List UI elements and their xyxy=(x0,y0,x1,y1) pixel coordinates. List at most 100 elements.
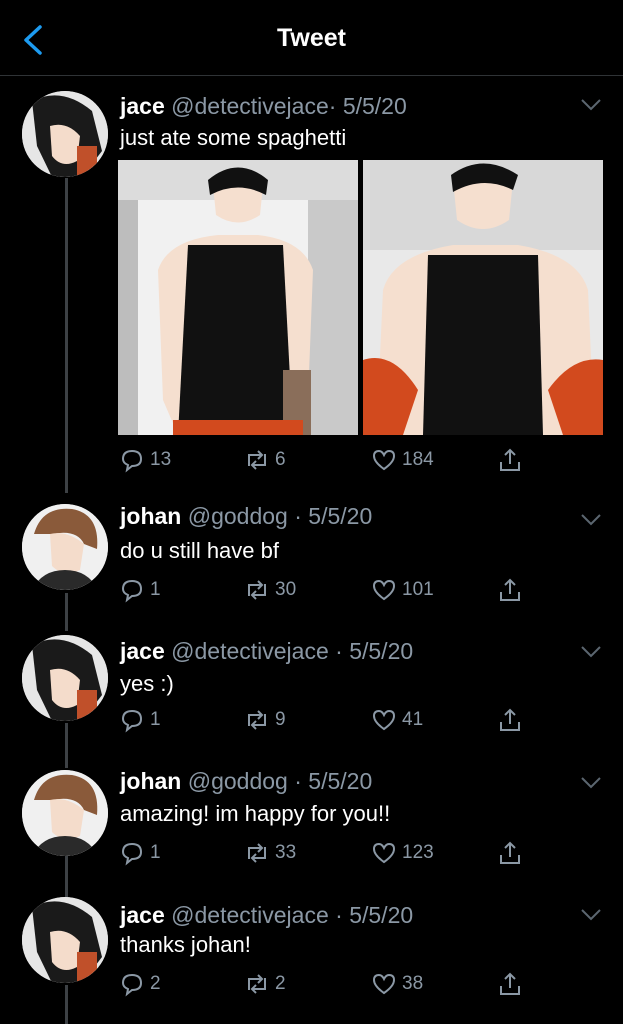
thread-line xyxy=(65,178,68,493)
retweet-count: 33 xyxy=(275,842,297,863)
author-handle[interactable]: @goddog xyxy=(188,768,288,794)
reply-icon xyxy=(121,449,143,473)
retweet-count: 2 xyxy=(275,973,286,994)
retweet-button[interactable]: 33 xyxy=(243,839,296,867)
avatar-image xyxy=(22,897,108,983)
retweet-icon xyxy=(248,843,266,863)
thread-line xyxy=(65,856,68,898)
retweet-icon xyxy=(248,974,266,994)
reply-button[interactable]: 13 xyxy=(118,446,171,474)
like-button[interactable]: 184 xyxy=(370,446,434,474)
share-icon xyxy=(500,448,520,471)
tweet-text: just ate some spaghetti xyxy=(120,125,347,150)
like-button[interactable]: 38 xyxy=(370,970,423,998)
avatar[interactable] xyxy=(22,504,108,590)
heart-icon xyxy=(372,579,396,601)
tweet-date: · 5/5/20 xyxy=(335,638,414,664)
avatar-image xyxy=(22,635,108,721)
thread-line xyxy=(65,985,68,1024)
reply-button[interactable]: 1 xyxy=(118,576,161,604)
like-count: 41 xyxy=(402,709,424,730)
reply-count: 1 xyxy=(150,842,161,863)
chevron-down-icon[interactable] xyxy=(580,513,602,527)
retweet-button[interactable]: 2 xyxy=(243,970,286,998)
retweet-button[interactable]: 30 xyxy=(243,576,296,604)
avatar[interactable] xyxy=(22,770,108,856)
media-image-1[interactable] xyxy=(118,160,358,435)
reply-icon xyxy=(121,709,143,733)
chevron-down-icon[interactable] xyxy=(580,645,602,659)
author-handle[interactable]: @detectivejace xyxy=(171,93,329,119)
like-count: 38 xyxy=(402,973,424,994)
avatar-image xyxy=(22,91,108,177)
tweet-date: · 5/5/20 xyxy=(294,768,373,794)
reply-count: 1 xyxy=(150,709,161,730)
tweet-media[interactable] xyxy=(118,160,604,435)
retweet-count: 30 xyxy=(275,579,297,600)
share-icon xyxy=(500,708,520,731)
retweet-icon xyxy=(248,450,266,470)
avatar[interactable] xyxy=(22,897,108,983)
chevron-down-icon[interactable] xyxy=(580,776,602,790)
share-button[interactable] xyxy=(496,706,528,734)
heart-icon xyxy=(372,842,396,864)
reply-icon xyxy=(121,842,143,866)
tweet-text: do u still have bf xyxy=(120,538,279,563)
heart-icon xyxy=(372,709,396,731)
reply-button[interactable]: 2 xyxy=(118,970,161,998)
share-icon xyxy=(500,578,520,601)
author-name[interactable]: jace xyxy=(120,638,165,664)
avatar[interactable] xyxy=(22,635,108,721)
retweet-icon xyxy=(248,580,266,600)
media-photo xyxy=(118,160,358,435)
tweet-date: · 5/5/20 xyxy=(335,902,414,928)
retweet-icon xyxy=(248,710,266,730)
author-name[interactable]: jace xyxy=(120,902,165,928)
author-handle[interactable]: @detectivejace xyxy=(171,902,329,928)
thread-line xyxy=(65,723,68,768)
thread-line xyxy=(65,593,68,631)
reply-icon xyxy=(121,579,143,603)
avatar-image xyxy=(22,504,108,590)
share-icon xyxy=(500,841,520,864)
like-button[interactable]: 123 xyxy=(370,839,434,867)
author-name[interactable]: jace xyxy=(120,93,165,119)
reply-icon xyxy=(121,973,143,997)
chevron-down-icon[interactable] xyxy=(580,908,602,922)
author-handle[interactable]: @goddog xyxy=(188,503,288,529)
media-image-2[interactable] xyxy=(363,160,603,435)
author-name[interactable]: johan xyxy=(120,503,181,529)
reply-count: 13 xyxy=(150,449,172,470)
reply-count: 2 xyxy=(150,973,161,994)
author-handle[interactable]: @detectivejace xyxy=(171,638,329,664)
top-bar: Tweet xyxy=(0,0,623,76)
share-button[interactable] xyxy=(496,970,528,998)
reply-button[interactable]: 1 xyxy=(118,706,161,734)
reply-button[interactable]: 1 xyxy=(118,839,161,867)
tweet-text: amazing! im happy for you!! xyxy=(120,801,391,826)
tweet-text: yes :) xyxy=(120,671,174,696)
heart-icon xyxy=(372,973,396,995)
like-button[interactable]: 101 xyxy=(370,576,434,604)
avatar-image xyxy=(22,770,108,856)
chevron-down-icon[interactable] xyxy=(580,98,602,112)
like-count: 101 xyxy=(402,579,434,600)
retweet-count: 9 xyxy=(275,709,286,730)
avatar[interactable] xyxy=(22,91,108,177)
heart-icon xyxy=(372,449,396,471)
retweet-button[interactable]: 9 xyxy=(243,706,286,734)
tweet-date: · 5/5/20 xyxy=(328,93,407,119)
share-button[interactable] xyxy=(496,446,528,474)
retweet-button[interactable]: 6 xyxy=(243,446,286,474)
tweet-date: · 5/5/20 xyxy=(294,503,373,529)
share-button[interactable] xyxy=(496,576,528,604)
like-count: 123 xyxy=(402,842,434,863)
retweet-count: 6 xyxy=(275,449,286,470)
share-button[interactable] xyxy=(496,839,528,867)
like-button[interactable]: 41 xyxy=(370,706,423,734)
author-name[interactable]: johan xyxy=(120,768,181,794)
like-count: 184 xyxy=(402,449,434,470)
page-title: Tweet xyxy=(277,24,346,52)
share-icon xyxy=(500,972,520,995)
media-photo xyxy=(363,160,603,435)
